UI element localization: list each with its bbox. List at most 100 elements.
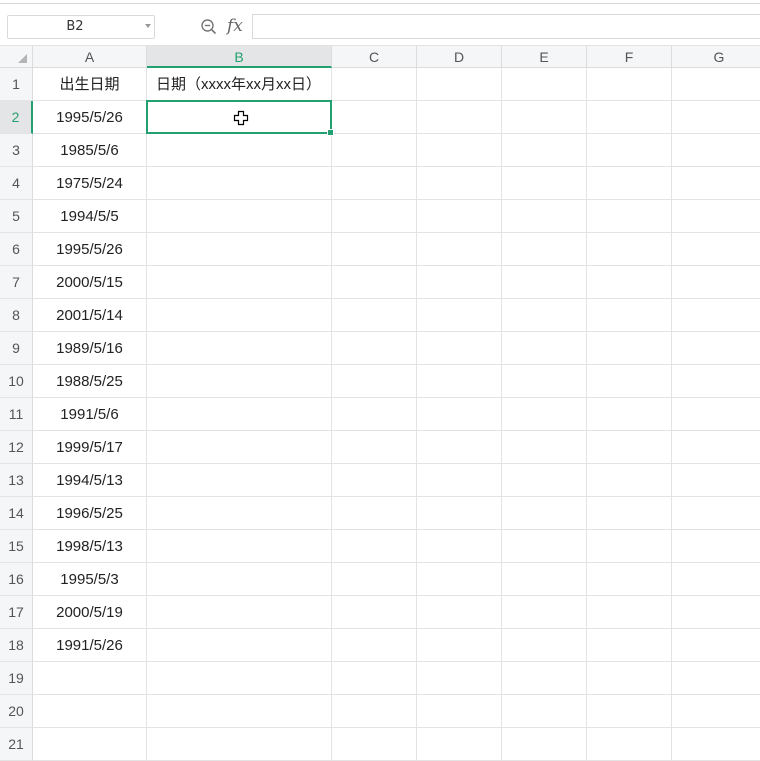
cell-g18[interactable] <box>672 629 760 662</box>
function-icon[interactable]: fx <box>227 14 243 38</box>
column-header-d[interactable]: D <box>417 46 502 68</box>
cell-c1[interactable] <box>332 68 417 101</box>
name-box[interactable]: B2 <box>7 15 155 39</box>
column-header-e[interactable]: E <box>502 46 587 68</box>
row-header-8[interactable]: 8 <box>0 299 33 332</box>
cell-d19[interactable] <box>417 662 502 695</box>
row-header-14[interactable]: 14 <box>0 497 33 530</box>
cell-a9[interactable]: 1989/5/16 <box>33 332 147 365</box>
select-all-corner[interactable] <box>0 46 33 68</box>
cell-g2[interactable] <box>672 101 760 134</box>
cell-g15[interactable] <box>672 530 760 563</box>
cell-b14[interactable] <box>147 497 332 530</box>
cell-d6[interactable] <box>417 233 502 266</box>
cell-f12[interactable] <box>587 431 672 464</box>
cell-f8[interactable] <box>587 299 672 332</box>
row-header-20[interactable]: 20 <box>0 695 33 728</box>
cell-f16[interactable] <box>587 563 672 596</box>
cell-a12[interactable]: 1999/5/17 <box>33 431 147 464</box>
cell-b5[interactable] <box>147 200 332 233</box>
cell-g12[interactable] <box>672 431 760 464</box>
cell-g10[interactable] <box>672 365 760 398</box>
cell-d3[interactable] <box>417 134 502 167</box>
cell-g19[interactable] <box>672 662 760 695</box>
cell-g3[interactable] <box>672 134 760 167</box>
cell-a8[interactable]: 2001/5/14 <box>33 299 147 332</box>
cell-b16[interactable] <box>147 563 332 596</box>
cell-e4[interactable] <box>502 167 587 200</box>
formula-input[interactable] <box>252 14 760 39</box>
cell-b17[interactable] <box>147 596 332 629</box>
cell-d21[interactable] <box>417 728 502 761</box>
cell-d5[interactable] <box>417 200 502 233</box>
zoom-out-icon[interactable] <box>200 18 218 36</box>
row-header-15[interactable]: 15 <box>0 530 33 563</box>
cell-e5[interactable] <box>502 200 587 233</box>
cell-e9[interactable] <box>502 332 587 365</box>
cell-d10[interactable] <box>417 365 502 398</box>
cell-d13[interactable] <box>417 464 502 497</box>
cell-c11[interactable] <box>332 398 417 431</box>
chevron-down-icon[interactable] <box>145 24 151 28</box>
cell-e1[interactable] <box>502 68 587 101</box>
cell-e10[interactable] <box>502 365 587 398</box>
cell-e16[interactable] <box>502 563 587 596</box>
cell-f7[interactable] <box>587 266 672 299</box>
cell-g9[interactable] <box>672 332 760 365</box>
row-header-4[interactable]: 4 <box>0 167 33 200</box>
cell-c3[interactable] <box>332 134 417 167</box>
column-header-b[interactable]: B <box>147 46 332 68</box>
cell-e19[interactable] <box>502 662 587 695</box>
row-header-9[interactable]: 9 <box>0 332 33 365</box>
row-header-12[interactable]: 12 <box>0 431 33 464</box>
cell-b8[interactable] <box>147 299 332 332</box>
cell-c16[interactable] <box>332 563 417 596</box>
cell-f10[interactable] <box>587 365 672 398</box>
cell-b20[interactable] <box>147 695 332 728</box>
cell-f20[interactable] <box>587 695 672 728</box>
cell-b19[interactable] <box>147 662 332 695</box>
cell-a6[interactable]: 1995/5/26 <box>33 233 147 266</box>
cell-e15[interactable] <box>502 530 587 563</box>
cell-g8[interactable] <box>672 299 760 332</box>
cell-d2[interactable] <box>417 101 502 134</box>
cell-e2[interactable] <box>502 101 587 134</box>
cell-a5[interactable]: 1994/5/5 <box>33 200 147 233</box>
cell-b4[interactable] <box>147 167 332 200</box>
cell-g20[interactable] <box>672 695 760 728</box>
cell-d7[interactable] <box>417 266 502 299</box>
cell-e17[interactable] <box>502 596 587 629</box>
row-header-16[interactable]: 16 <box>0 563 33 596</box>
cell-a2[interactable]: 1995/5/26 <box>33 101 147 134</box>
cell-d15[interactable] <box>417 530 502 563</box>
cell-f21[interactable] <box>587 728 672 761</box>
cell-d8[interactable] <box>417 299 502 332</box>
row-header-13[interactable]: 13 <box>0 464 33 497</box>
cell-c14[interactable] <box>332 497 417 530</box>
cell-f1[interactable] <box>587 68 672 101</box>
row-header-2[interactable]: 2 <box>0 101 33 134</box>
cell-f5[interactable] <box>587 200 672 233</box>
cell-a10[interactable]: 1988/5/25 <box>33 365 147 398</box>
cell-g14[interactable] <box>672 497 760 530</box>
cell-a20[interactable] <box>33 695 147 728</box>
fill-handle[interactable] <box>327 129 334 136</box>
cell-d14[interactable] <box>417 497 502 530</box>
cell-g7[interactable] <box>672 266 760 299</box>
cell-f3[interactable] <box>587 134 672 167</box>
cell-a18[interactable]: 1991/5/26 <box>33 629 147 662</box>
cell-e8[interactable] <box>502 299 587 332</box>
cell-d4[interactable] <box>417 167 502 200</box>
cell-a7[interactable]: 2000/5/15 <box>33 266 147 299</box>
cell-c5[interactable] <box>332 200 417 233</box>
cell-c2[interactable] <box>332 101 417 134</box>
cell-e11[interactable] <box>502 398 587 431</box>
cell-f19[interactable] <box>587 662 672 695</box>
cell-c15[interactable] <box>332 530 417 563</box>
cell-g6[interactable] <box>672 233 760 266</box>
cell-e14[interactable] <box>502 497 587 530</box>
cell-b10[interactable] <box>147 365 332 398</box>
row-header-17[interactable]: 17 <box>0 596 33 629</box>
cell-c21[interactable] <box>332 728 417 761</box>
cell-g16[interactable] <box>672 563 760 596</box>
